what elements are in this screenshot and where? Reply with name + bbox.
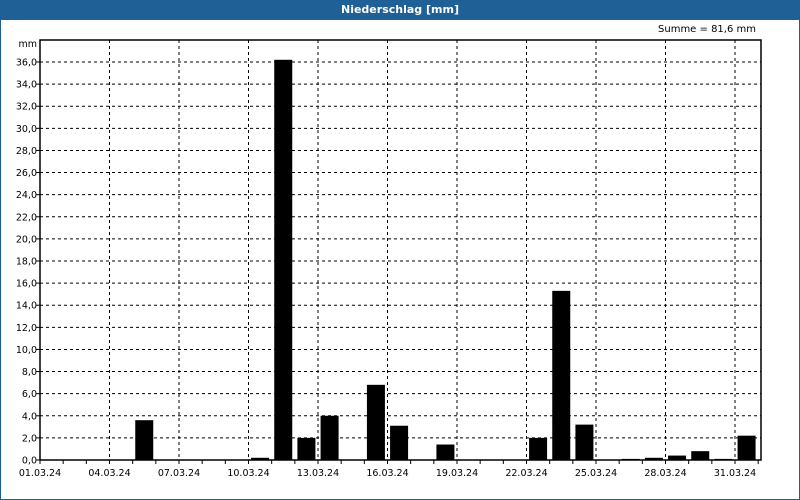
y-tick-label: 22,0 [16,212,37,223]
bar-day-12 [297,437,316,460]
bar-day-16 [390,425,409,460]
x-tick-label: 04.03.24 [88,468,130,479]
x-tick-label: 22.03.24 [505,468,547,479]
y-tick-label: 26,0 [16,168,37,179]
y-tick-label: 18,0 [16,257,37,268]
bar-day-18 [436,444,455,460]
x-tick-label: 10.03.24 [227,468,269,479]
y-tick-label: 30,0 [16,124,37,135]
sum-label: Summe = 81,6 mm [658,24,756,35]
y-axis-unit-label: mm [18,39,37,50]
x-tick-label: 31.03.24 [714,468,756,479]
y-tick-label: 34,0 [16,80,37,91]
bar-day-15 [366,384,385,460]
y-tick-label: 16,0 [16,279,37,290]
y-tick-label: 12,0 [16,323,37,334]
y-tick-label: 28,0 [16,146,37,157]
x-tick-label: 19.03.24 [436,468,478,479]
bar-day-5 [135,420,154,460]
bar-day-23 [552,290,571,460]
y-tick-label: 0,0 [22,456,37,467]
y-tick-label: 10,0 [16,345,37,356]
y-tick-label: 20,0 [16,234,37,245]
bar-day-13 [320,415,339,460]
x-tick-label: 07.03.24 [158,468,200,479]
y-tick-label: 2,0 [22,433,37,444]
y-tick-label: 4,0 [22,411,37,422]
precipitation-chart: 0,0 2,0 4,0 6,0 8,0 10,0 12,0 14,0 16,0 18,0 20,0 2… [16,39,762,479]
bar-day-24 [575,424,594,460]
x-tick-label: 16.03.24 [366,468,408,479]
y-tick-label: 32,0 [16,102,37,113]
x-tick-label: 25.03.24 [575,468,617,479]
bar-day-31 [737,435,756,460]
x-tick-label: 13.03.24 [297,468,339,479]
y-tick-label: 36,0 [16,58,37,69]
bar-day-22 [529,437,548,460]
plot-frame [39,39,762,461]
bar-day-29 [691,451,710,460]
x-tick-label: 28.03.24 [644,468,686,479]
x-tick-label: 01.03.24 [19,468,61,479]
y-tick-label: 14,0 [16,301,37,312]
y-tick-label: 24,0 [16,190,37,201]
y-tick-label: 8,0 [22,367,37,378]
bar-day-11 [274,59,293,461]
y-tick-label: 6,0 [22,389,37,400]
